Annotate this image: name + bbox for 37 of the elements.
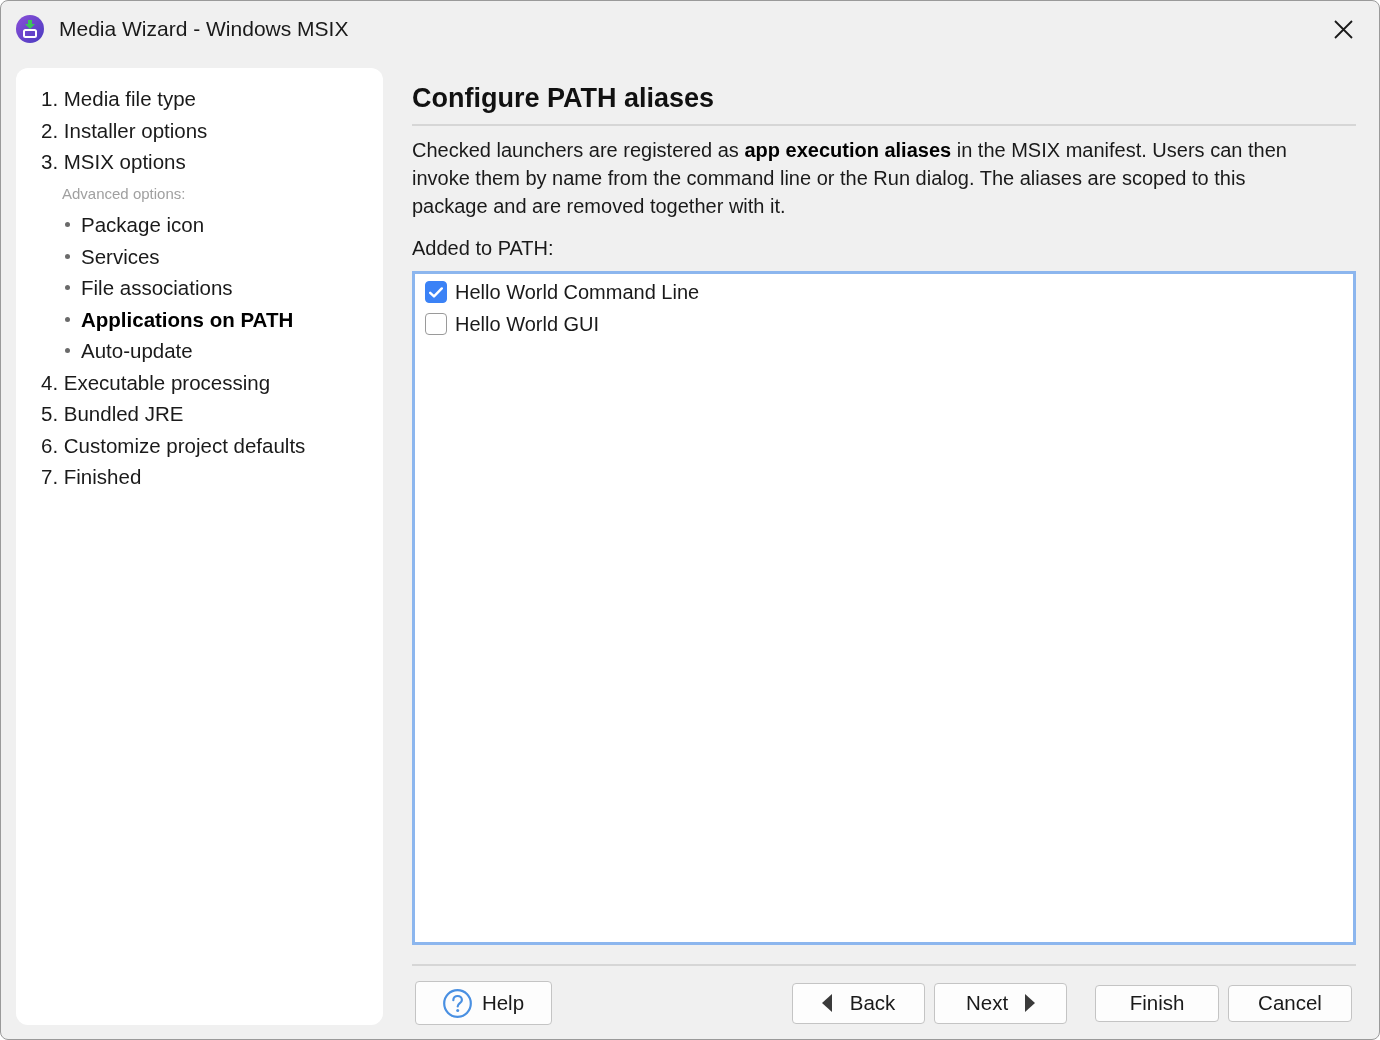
bullet-icon bbox=[65, 316, 70, 322]
close-icon bbox=[1333, 19, 1353, 39]
advanced-options-label: Advanced options: bbox=[62, 183, 186, 204]
sub-step-item[interactable]: File associations bbox=[81, 272, 233, 304]
back-button[interactable]: Back bbox=[792, 982, 925, 1024]
step-item[interactable]: 2. Installer options bbox=[41, 114, 208, 146]
page-heading: Configure PATH aliases bbox=[412, 82, 716, 115]
bullet-icon bbox=[65, 253, 70, 259]
sub-step-item[interactable]: Applications on PATH bbox=[81, 303, 294, 335]
launcher-label: Hello World GUI bbox=[455, 312, 600, 336]
next-button[interactable]: Next bbox=[934, 982, 1067, 1024]
step-item[interactable]: 6. Customize project defaults bbox=[41, 429, 306, 461]
bullet-icon bbox=[65, 222, 70, 228]
step-item[interactable]: 1. Media file type bbox=[41, 83, 196, 115]
step-item[interactable]: 3. MSIX options bbox=[41, 146, 186, 178]
sub-step-item[interactable]: Package icon bbox=[81, 209, 205, 241]
sub-step-item[interactable]: Auto-update bbox=[81, 335, 193, 367]
step-item[interactable]: 4. Executable processing bbox=[41, 366, 271, 398]
right-triangle-icon bbox=[1025, 994, 1036, 1012]
sub-step-item[interactable]: Services bbox=[81, 240, 160, 272]
help-icon bbox=[442, 988, 472, 1018]
step-item[interactable]: 5. Bundled JRE bbox=[41, 398, 184, 430]
bullet-icon bbox=[65, 285, 70, 291]
bullet-icon bbox=[65, 348, 70, 354]
checkbox[interactable] bbox=[425, 281, 447, 303]
step-item[interactable]: 7. Finished bbox=[41, 461, 142, 493]
page-description: Checked launchers are registered as app execution aliases in the MSIX manifest. Users can then invoke them by name from the command line or the Run dialog. The aliases are scoped to this package and are removed together with it. bbox=[412, 138, 1288, 219]
checkbox[interactable] bbox=[425, 313, 447, 335]
window-title: Media Wizard - Windows MSIX bbox=[59, 17, 350, 41]
dialog-button[interactable]: Cancel bbox=[1228, 984, 1352, 1022]
list-label: Added to PATH: bbox=[412, 236, 554, 261]
left-triangle-icon bbox=[821, 994, 832, 1012]
dialog-button[interactable]: Finish bbox=[1095, 984, 1219, 1022]
launcher-label: Hello World Command Line bbox=[455, 280, 700, 304]
help-button[interactable]: Help bbox=[415, 981, 552, 1025]
app-logo-icon bbox=[16, 15, 44, 43]
check-icon bbox=[429, 286, 443, 298]
